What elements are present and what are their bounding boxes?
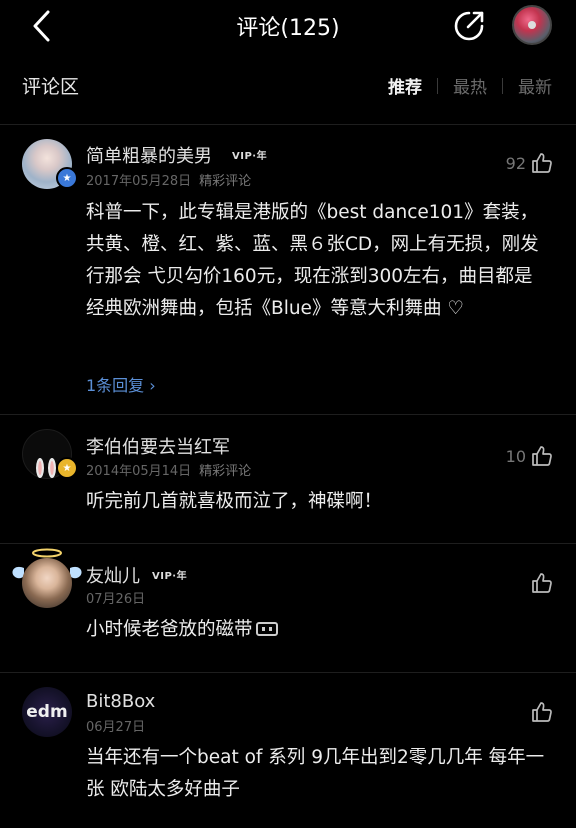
like-count: 10 [505,446,526,466]
tab-newest[interactable]: 最新 [518,73,552,98]
tab-recommended[interactable]: 推荐 [388,73,422,98]
comment-text: 听完前几首就喜极而泣了，神碟啊！ [86,491,383,512]
avatar[interactable] [22,558,72,608]
thumbs-up-icon [532,573,552,593]
comment-text: 当年还有一个beat of 系列 9几年出到2零几几年 每年一张 欧陆太多好曲子 [86,747,545,800]
comment-text: 小时候老爸放的磁带 [86,614,548,646]
comment-text-content: 小时候老爸放的磁带 [86,619,253,640]
vip-badge: VIP·年 [152,571,188,582]
tab-divider [502,77,503,94]
like-count: 92 [505,153,526,173]
page-title: 评论(125) [236,16,340,41]
avatar-logo-text: edm [26,702,68,722]
username[interactable]: Bit8Box [86,691,155,712]
like-button[interactable] [530,571,554,595]
share-icon[interactable] [452,9,486,43]
album-cover-icon[interactable] [512,5,552,45]
verified-badge-icon: ★ [56,167,78,189]
comment-item: ★ 李伯伯要去当红军 2014年05月14日 精彩评论 10 听完前几首就喜极而泣… [0,415,576,543]
username[interactable]: 简单粗暴的美男 [86,142,212,168]
section-title: 评论区 [22,76,80,98]
thumbs-up-icon [532,153,552,173]
top-bar: 评论(125) [0,0,576,52]
comment-meta: 2017年05月28日 精彩评论 [86,170,251,189]
featured-tag: 精彩评论 [199,174,252,189]
comment-meta: 06月27日 [86,716,145,735]
comment-date: 2014年05月14日 [86,464,192,479]
reply-link[interactable]: 1条回复 › [86,372,156,396]
like-button[interactable]: 92 [506,151,554,175]
comment-date: 07月26日 [86,592,146,607]
username[interactable]: 友灿儿 [86,562,140,588]
avatar[interactable]: edm [22,687,72,737]
star-badge-icon: ★ [56,457,78,479]
tab-divider [437,77,438,94]
username[interactable]: 李伯伯要去当红军 [86,433,230,459]
cassette-tape-icon [255,622,278,636]
tab-hottest[interactable]: 最热 [453,73,487,98]
comment-item: 友灿儿 VIP·年 07月26日 小时候老爸放的磁带 [0,544,576,672]
featured-tag: 精彩评论 [199,464,252,479]
sort-tabs: 推荐 最热 最新 [388,73,552,98]
comment-text: 科普一下，此专辑是港版的《best dance101》套装，共黄、橙、红、紫、蓝… [86,202,539,319]
comment-item: edm Bit8Box 06月27日 当年还有一个beat of 系列 9几年出… [0,673,576,828]
comment-date: 06月27日 [86,720,146,735]
comment-meta: 07月26日 [86,588,145,607]
thumbs-up-icon [532,446,552,466]
vip-badge: VIP·年 [232,151,268,162]
comment-section-header: 评论区 推荐 最热 最新 [0,62,576,106]
comment-meta: 2014年05月14日 精彩评论 [86,460,251,479]
thumbs-up-icon [532,702,552,722]
like-button[interactable] [530,700,554,724]
comment-item: ★ 简单粗暴的美男 VIP·年 2017年05月28日 精彩评论 92 科普一下，… [0,125,576,415]
like-button[interactable]: 10 [506,444,554,468]
comment-date: 2017年05月28日 [86,174,192,189]
